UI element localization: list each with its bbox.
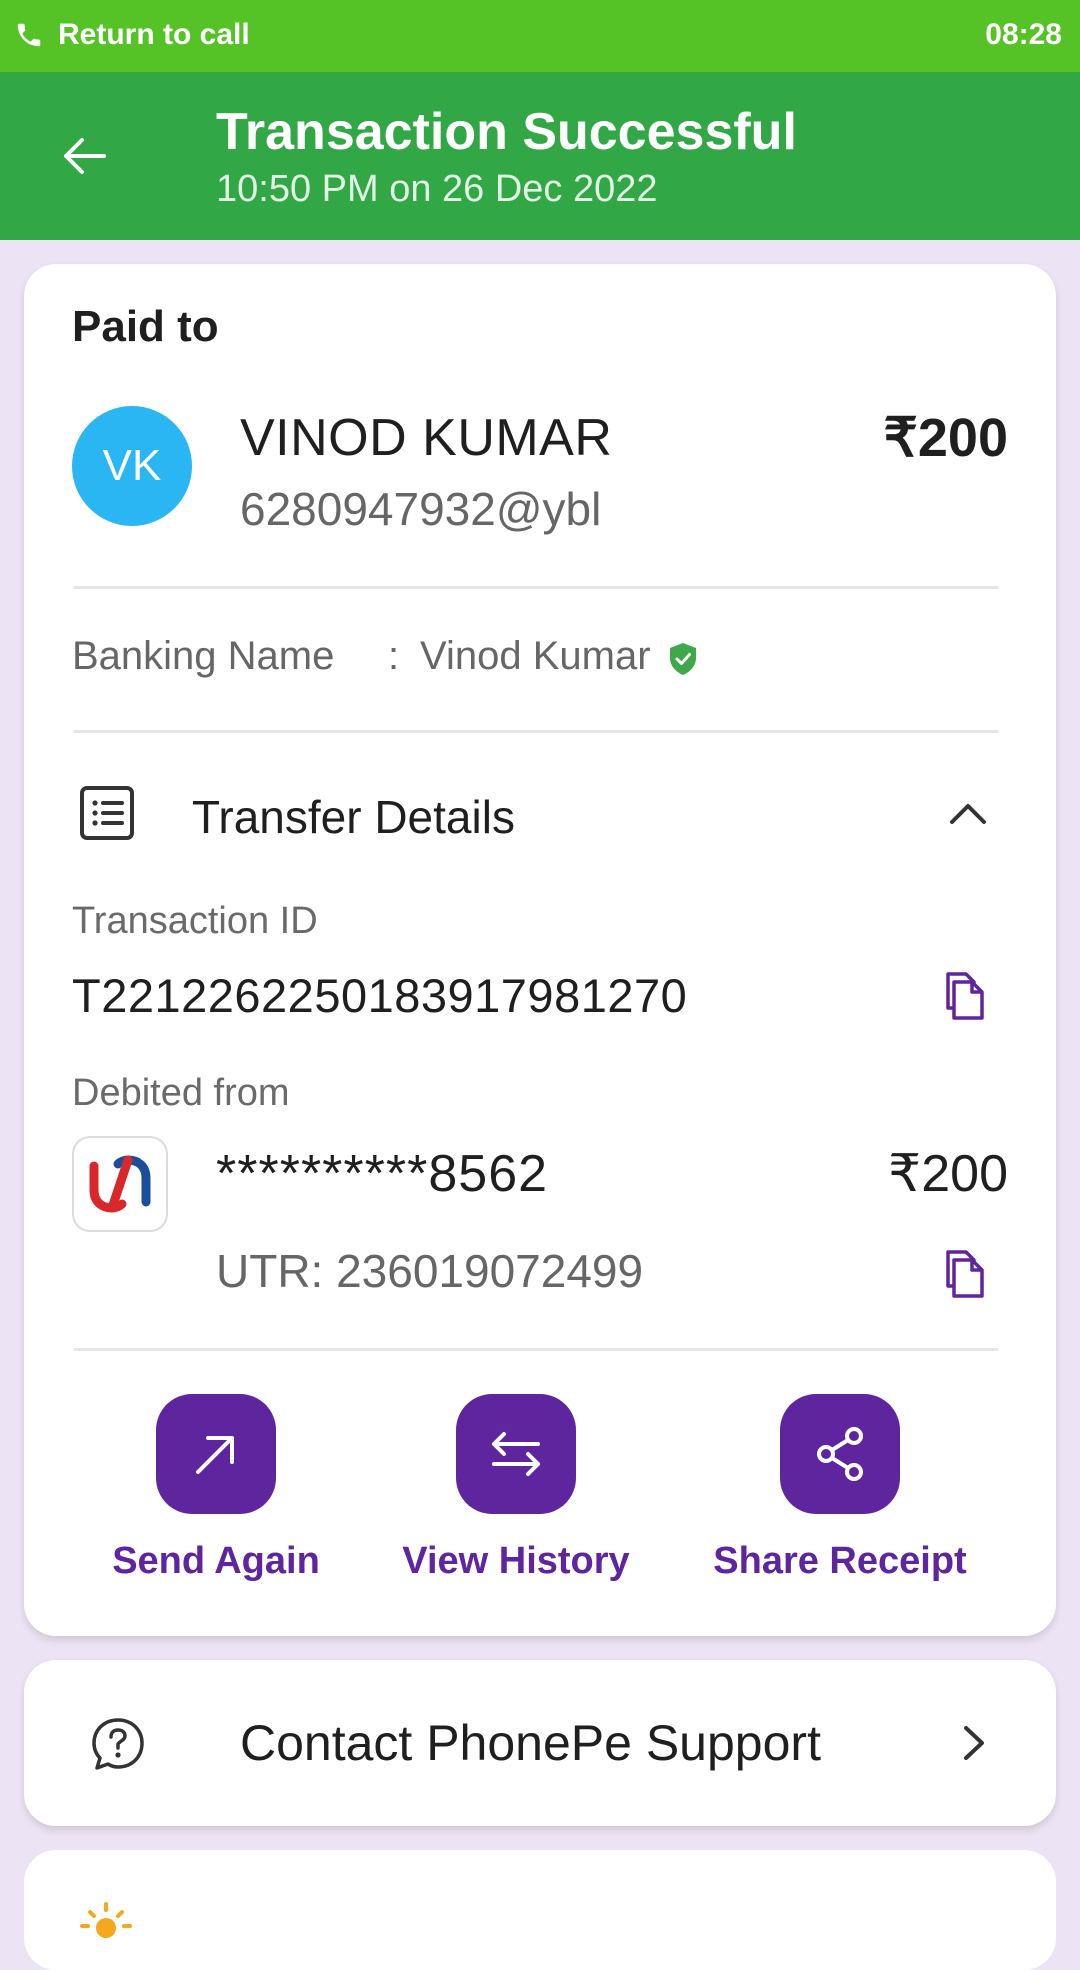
payee-name: VINOD KUMAR [240, 409, 613, 467]
transfer-details-title[interactable]: Transfer Details [192, 790, 515, 844]
app-header: Transaction Successful 10:50 PM on 26 De… [0, 72, 1080, 240]
page-title: Transaction Successful [216, 103, 797, 161]
copy-icon[interactable] [940, 1246, 988, 1300]
debited-amount: ₹200 [888, 1145, 1008, 1203]
banking-name-value: Vinod Kumar [420, 634, 651, 678]
chevron-up-icon[interactable] [948, 794, 988, 834]
send-again-label[interactable]: Send Again [56, 1540, 376, 1583]
banking-name-label: Banking Name [72, 634, 335, 678]
transaction-datetime: 10:50 PM on 26 Dec 2022 [216, 168, 658, 210]
paid-amount: ₹200 [883, 408, 1008, 468]
return-to-call-label: Return to call [58, 18, 250, 51]
back-arrow-icon[interactable] [56, 128, 112, 184]
payee-upi-id: 6280947932@ybl [240, 483, 602, 535]
bank-logo [72, 1136, 168, 1232]
share-icon[interactable] [780, 1394, 900, 1514]
banking-name-separator: : [388, 634, 400, 678]
utr-number: UTR: 236019072499 [216, 1245, 644, 1297]
help-question-icon [92, 1718, 144, 1770]
debited-from-label: Debited from [72, 1072, 290, 1114]
contact-support-row[interactable]: Contact PhonePe Support [24, 1660, 1056, 1826]
divider [74, 1348, 998, 1351]
return-to-call-bar[interactable]: Return to call 08:28 [0, 0, 1080, 72]
sun-icon [80, 1902, 132, 1938]
phone-icon [17, 23, 41, 47]
share-receipt-label[interactable]: Share Receipt [680, 1540, 1000, 1583]
chevron-right-icon [964, 1726, 984, 1760]
receipt-list-icon [80, 786, 134, 840]
clock: 08:28 [985, 18, 1062, 51]
avatar: VK [72, 406, 192, 526]
view-history-button[interactable]: View History [356, 1394, 676, 1583]
paid-to-label: Paid to [72, 302, 219, 351]
transaction-id-label: Transaction ID [72, 900, 318, 942]
debited-account-number: **********8562 [216, 1145, 549, 1203]
share-receipt-button[interactable]: Share Receipt [680, 1394, 1000, 1583]
verified-shield-icon [670, 643, 696, 675]
divider [74, 586, 998, 589]
transaction-card: Paid to VK VINOD KUMAR ₹200 6280947932@y… [24, 264, 1056, 1636]
promo-card[interactable] [24, 1850, 1056, 1970]
view-history-label[interactable]: View History [356, 1540, 676, 1583]
transaction-id-value: T2212262250183917981270 [72, 969, 688, 1022]
contact-support-label: Contact PhonePe Support [240, 1715, 821, 1771]
divider [74, 730, 998, 733]
send-again-button[interactable]: Send Again [56, 1394, 376, 1583]
swap-arrows-icon[interactable] [456, 1394, 576, 1514]
arrow-up-right-icon[interactable] [156, 1394, 276, 1514]
copy-icon[interactable] [940, 968, 988, 1022]
